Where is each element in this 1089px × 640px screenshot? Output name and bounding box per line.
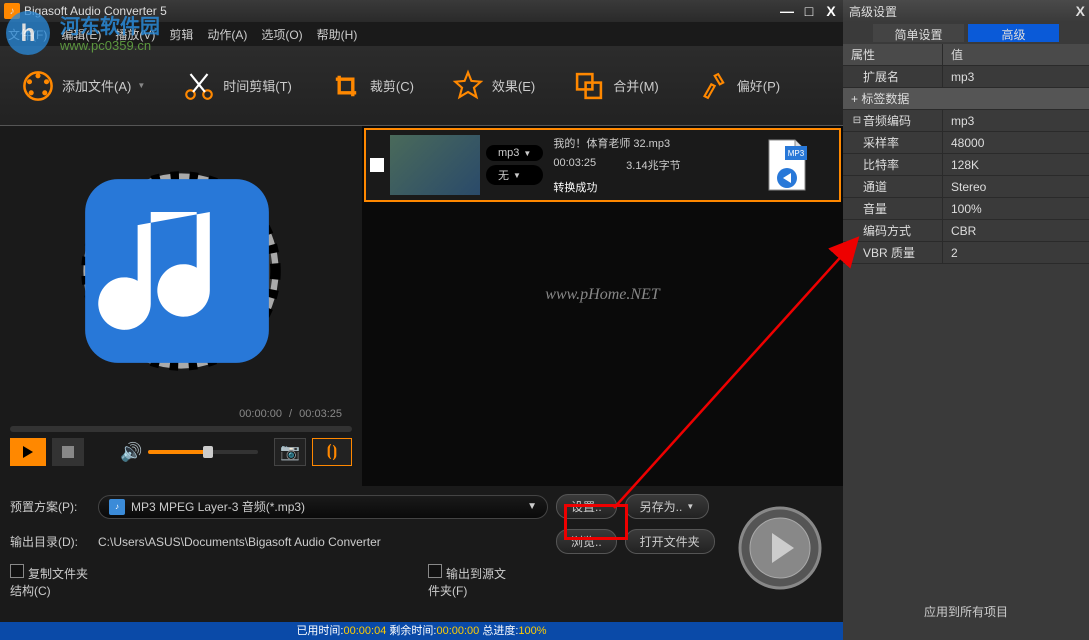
play-button[interactable]: [10, 438, 46, 466]
prop-extension: 扩展名: [843, 66, 943, 87]
prop-vbr-quality: VBR 质量: [843, 242, 943, 263]
val-samplerate[interactable]: 48000: [943, 136, 1089, 150]
toolbar: 添加文件(A)▼ 时间剪辑(T) 裁剪(C) 效果(E) 合并(M) 偏好(P): [0, 46, 843, 126]
group-audio-encoding[interactable]: ⊟音频编码 mp3: [843, 110, 1089, 132]
tab-simple[interactable]: 简单设置: [873, 24, 964, 42]
star-icon: [450, 68, 486, 104]
merge-icon: [571, 68, 607, 104]
settings-button[interactable]: 设置..: [556, 494, 617, 519]
effect-label: 效果(E): [492, 76, 535, 95]
group-tag-data[interactable]: + 标签数据: [843, 88, 1089, 110]
snapshot-button[interactable]: 📷: [274, 438, 306, 466]
side-panel-title: 高级设置 X: [843, 0, 1089, 22]
open-folder-button[interactable]: 打开文件夹: [625, 529, 715, 554]
prop-samplerate: 采样率: [843, 132, 943, 153]
profile-label: 预置方案(P):: [10, 498, 90, 515]
mp3-format-icon: ♪: [109, 499, 125, 515]
format-dropdown[interactable]: mp3▼: [486, 145, 543, 161]
stop-button[interactable]: [52, 438, 84, 466]
watermark-text: www.pHome.NET: [545, 286, 659, 304]
prop-volume: 音量: [843, 198, 943, 219]
tools-icon: [695, 68, 731, 104]
volume-icon[interactable]: 🔊: [120, 442, 142, 463]
profile-dropdown[interactable]: ♪ MP3 MPEG Layer-3 音频(*.mp3) ▼: [98, 495, 548, 519]
trim-button[interactable]: 时间剪辑(T): [181, 68, 292, 104]
menu-edit[interactable]: 编辑(E): [61, 26, 101, 43]
status-bar: 已用时间:00:00:04 剩余时间:00:00:00 总进度:100%: [0, 622, 843, 640]
preferences-button[interactable]: 偏好(P): [695, 68, 780, 104]
val-encode-mode[interactable]: CBR: [943, 224, 1089, 238]
minimize-button[interactable]: —: [779, 3, 795, 19]
menu-play[interactable]: 播放(V): [115, 26, 155, 43]
convert-button[interactable]: [737, 505, 823, 591]
val-channel[interactable]: Stereo: [943, 180, 1089, 194]
menu-action[interactable]: 动作(A): [207, 26, 247, 43]
output-path[interactable]: C:\Users\ASUS\Documents\Bigasoft Audio C…: [98, 535, 548, 549]
prop-bitrate: 比特率: [843, 154, 943, 175]
trim-label: 时间剪辑(T): [223, 76, 292, 95]
profile-value: MP3 MPEG Layer-3 音频(*.mp3): [131, 498, 305, 515]
mp3-file-icon: MP3: [765, 138, 809, 192]
effect-button[interactable]: 效果(E): [450, 68, 535, 104]
val-volume[interactable]: 100%: [943, 202, 1089, 216]
scissors-icon: [181, 68, 217, 104]
file-size: 3.14兆字节: [626, 157, 680, 173]
output-source-checkbox[interactable]: 输出到源文件夹(F): [428, 564, 508, 599]
titlebar: ♪ Bigasoft Audio Converter 5 — □ X: [0, 0, 843, 22]
add-file-label: 添加文件(A): [62, 76, 131, 95]
subtitle-dropdown[interactable]: 无▼: [486, 165, 543, 185]
browse-button[interactable]: 浏览..: [556, 529, 617, 554]
timeline-display: 00:00:00 / 00:03:25: [10, 406, 352, 422]
menubar: 文件(F) 编辑(E) 播放(V) 剪辑 动作(A) 选项(O) 帮助(H): [0, 22, 843, 46]
prop-encode-mode: 编码方式: [843, 220, 943, 241]
preview-disc-icon: [10, 136, 352, 406]
menu-file[interactable]: 文件(F): [8, 26, 47, 43]
crop-button[interactable]: 裁剪(C): [328, 68, 414, 104]
volume-slider[interactable]: [148, 450, 258, 454]
val-vbr-quality[interactable]: 2: [943, 246, 1089, 260]
menu-help[interactable]: 帮助(H): [317, 26, 358, 43]
tab-advanced[interactable]: 高级: [968, 24, 1059, 42]
copy-structure-checkbox[interactable]: 复制文件夹结构(C): [10, 564, 90, 599]
app-title: Bigasoft Audio Converter 5: [24, 4, 167, 18]
crop-icon: [328, 68, 364, 104]
saveas-button[interactable]: 另存为..▼: [625, 494, 710, 519]
file-status: 转换成功: [553, 179, 680, 195]
col-property: 属性: [843, 44, 943, 65]
val-extension[interactable]: mp3: [943, 70, 1089, 84]
file-row[interactable]: mp3▼ 无▼ 我的！体育老师 32.mp3 00:03:25 3.14兆字节 …: [364, 128, 841, 202]
music-note-icon: [72, 166, 282, 376]
side-close-button[interactable]: X: [1076, 3, 1085, 19]
seek-slider[interactable]: [10, 426, 352, 432]
preview-panel: 00:00:00 / 00:03:25 🔊 📷 ⦗⦘: [0, 126, 362, 486]
menu-clip[interactable]: 剪辑: [169, 26, 193, 43]
maximize-button[interactable]: □: [801, 3, 817, 19]
merge-button[interactable]: 合并(M): [571, 68, 659, 104]
file-list: mp3▼ 无▼ 我的！体育老师 32.mp3 00:03:25 3.14兆字节 …: [362, 126, 843, 486]
merge-label: 合并(M): [613, 76, 659, 95]
app-logo-icon: ♪: [4, 3, 20, 19]
reel-icon: [20, 68, 56, 104]
output-label: 输出目录(D):: [10, 533, 90, 550]
file-duration: 00:03:25: [553, 157, 596, 173]
file-name: 我的！体育老师 32.mp3: [553, 135, 680, 151]
menu-option[interactable]: 选项(O): [261, 26, 302, 43]
prop-channel: 通道: [843, 176, 943, 197]
time-total: 00:03:25: [299, 408, 342, 420]
crop-label: 裁剪(C): [370, 76, 414, 95]
property-table: 属性 值 扩展名 mp3 + 标签数据 ⊟音频编码 mp3 采样率 48000 …: [843, 44, 1089, 264]
add-file-button[interactable]: 添加文件(A)▼: [20, 68, 145, 104]
val-bitrate[interactable]: 128K: [943, 158, 1089, 172]
file-checkbox[interactable]: [370, 158, 384, 172]
time-current: 00:00:00: [239, 408, 282, 420]
apply-all-button[interactable]: 应用到所有项目: [843, 603, 1089, 620]
close-button[interactable]: X: [823, 3, 839, 19]
bracket-button[interactable]: ⦗⦘: [312, 438, 352, 466]
file-thumbnail: [390, 135, 480, 195]
pref-label: 偏好(P): [737, 76, 780, 95]
svg-text:MP3: MP3: [788, 149, 805, 158]
col-value: 值: [943, 46, 1089, 63]
